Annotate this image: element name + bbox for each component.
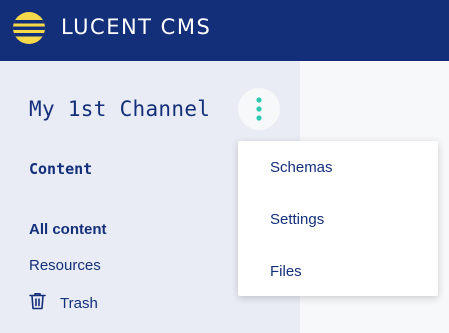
trash-icon <box>29 292 46 314</box>
sidebar-item-trash[interactable]: Trash <box>29 292 98 314</box>
menu-item-schemas[interactable]: Schemas <box>270 159 333 176</box>
section-label-content: Content <box>29 160 93 178</box>
channel-options-button[interactable] <box>238 88 280 130</box>
channel-options-menu: Schemas Settings Files <box>238 141 438 296</box>
lucent-logo-icon <box>13 12 45 44</box>
sidebar-item-all-content[interactable]: All content <box>29 221 107 238</box>
vertical-ellipsis-icon <box>256 97 262 121</box>
menu-item-files[interactable]: Files <box>270 263 302 280</box>
sidebar-item-trash-label: Trash <box>60 294 98 312</box>
menu-item-settings[interactable]: Settings <box>270 211 324 228</box>
top-header: LUCENT CMS <box>0 0 449 61</box>
sidebar-item-resources[interactable]: Resources <box>29 257 101 274</box>
app-window: LUCENT CMS My 1st Channel Content All co… <box>0 0 449 333</box>
app-title: LUCENT CMS <box>61 15 212 39</box>
channel-title: My 1st Channel <box>29 97 211 121</box>
